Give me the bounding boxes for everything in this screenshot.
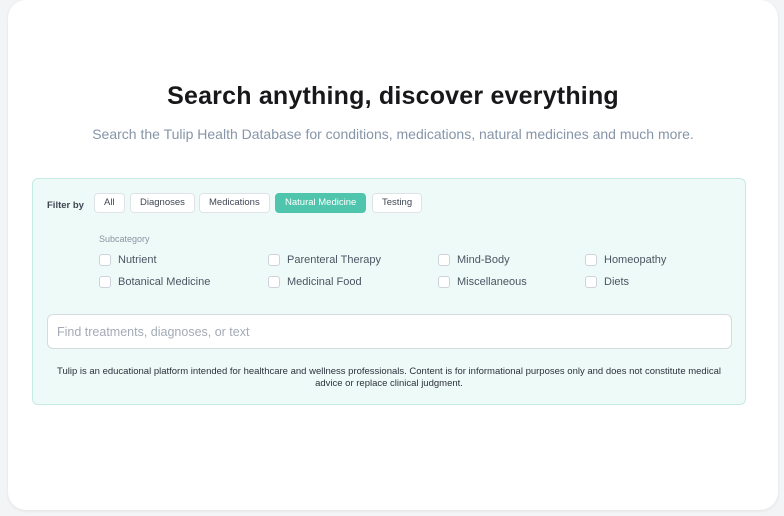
subcategory-label: Subcategory (99, 234, 150, 244)
subcategory-option-diets[interactable]: Diets (585, 275, 629, 289)
checkbox[interactable] (99, 254, 111, 266)
subcategory-option-nutrient[interactable]: Nutrient (99, 253, 157, 267)
checkbox[interactable] (438, 276, 450, 288)
subcategory-option-botanical-medicine[interactable]: Botanical Medicine (99, 275, 210, 289)
subcategory-option-miscellaneous[interactable]: Miscellaneous (438, 275, 527, 289)
page-title: Search anything, discover everything (167, 82, 619, 110)
checkbox[interactable] (99, 276, 111, 288)
option-label: Miscellaneous (457, 276, 527, 288)
checkbox[interactable] (268, 254, 280, 266)
disclaimer-text: Tulip is an educational platform intende… (57, 366, 721, 389)
option-label: Nutrient (118, 254, 157, 266)
option-label: Medicinal Food (287, 276, 362, 288)
subcategory-option-parenteral-therapy[interactable]: Parenteral Therapy (268, 253, 381, 267)
subcategory-option-homeopathy[interactable]: Homeopathy (585, 253, 666, 267)
subcategory-option-medicinal-food[interactable]: Medicinal Food (268, 275, 362, 289)
search-panel: Filter by All Diagnoses Medications Natu… (32, 178, 746, 405)
filter-by-label: Filter by (47, 200, 84, 211)
search-input[interactable] (47, 314, 732, 349)
filter-chip-diagnoses[interactable]: Diagnoses (130, 193, 195, 213)
subcategory-option-mind-body[interactable]: Mind-Body (438, 253, 510, 267)
checkbox[interactable] (585, 276, 597, 288)
page-subtitle: Search the Tulip Health Database for con… (92, 126, 694, 142)
filter-chip-natural-medicine[interactable]: Natural Medicine (275, 193, 367, 213)
main-card: Search anything, discover everything Sea… (8, 0, 778, 510)
checkbox[interactable] (585, 254, 597, 266)
option-label: Botanical Medicine (118, 276, 211, 288)
filter-chip-medications[interactable]: Medications (199, 193, 270, 213)
option-label: Diets (604, 276, 630, 288)
filter-chip-testing[interactable]: Testing (372, 193, 423, 213)
checkbox[interactable] (438, 254, 450, 266)
option-label: Parenteral Therapy (287, 254, 381, 266)
checkbox[interactable] (268, 276, 280, 288)
filter-chip-all[interactable]: All (94, 193, 125, 213)
option-label: Mind-Body (457, 254, 510, 266)
option-label: Homeopathy (604, 254, 667, 266)
